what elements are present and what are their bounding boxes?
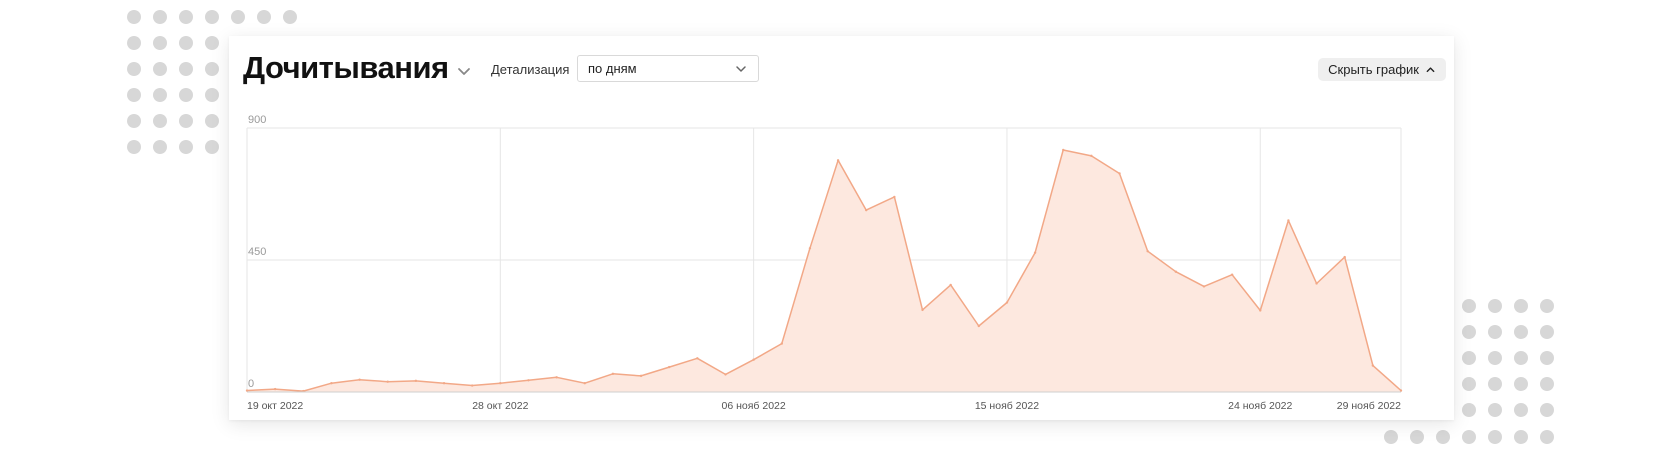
data-point [865, 208, 868, 212]
data-point [808, 247, 812, 250]
data-point [1230, 273, 1234, 276]
y-tick-label: 450 [248, 246, 266, 258]
data-point [442, 382, 446, 385]
y-tick-label: 900 [248, 114, 266, 126]
data-point [414, 379, 418, 383]
data-point [470, 384, 474, 387]
chart-area: 900 450 0 19 окт 2022 28 окт 2022 06 нояб 202… [245, 114, 1403, 412]
data-point [836, 159, 840, 162]
data-point [1146, 250, 1149, 253]
data-point [1259, 309, 1262, 312]
data-point [386, 380, 389, 383]
data-point [245, 389, 249, 392]
data-point [273, 387, 277, 391]
data-point [1174, 270, 1178, 273]
data-point [555, 376, 558, 379]
data-point [358, 378, 361, 381]
x-tick-label: 24 нояб 2022 [1228, 400, 1292, 412]
x-tick-label: 29 нояб 2022 [1337, 400, 1401, 412]
data-point [1399, 389, 1403, 392]
data-point [1033, 251, 1037, 254]
data-point [977, 324, 981, 328]
data-point [1371, 364, 1375, 367]
data-point [611, 372, 615, 376]
data-point [893, 195, 896, 199]
data-point [1315, 282, 1318, 285]
data-point [1202, 285, 1206, 288]
data-point [1343, 255, 1346, 259]
data-point [921, 308, 924, 312]
data-point [639, 374, 643, 378]
series-area [247, 150, 1401, 392]
x-tick-label: 28 окт 2022 [472, 400, 528, 412]
data-point [752, 358, 755, 361]
y-tick-label: 0 [248, 378, 254, 390]
data-point [949, 283, 952, 287]
decor-dots-bottom-right [1384, 430, 1554, 444]
decor-dots-top-left [127, 10, 297, 24]
data-point [780, 342, 783, 345]
data-point [724, 373, 727, 376]
x-tick-label: 15 нояб 2022 [975, 400, 1039, 412]
x-tick-label: 06 нояб 2022 [722, 400, 786, 412]
data-point [696, 357, 699, 360]
data-point [330, 382, 333, 385]
page: Дочитывания Детализация по дням Скрыть г… [0, 0, 1680, 455]
data-point [1287, 219, 1290, 222]
data-point [583, 382, 586, 385]
data-point [499, 382, 502, 385]
decor-dots-right [1462, 299, 1554, 417]
data-point [1005, 301, 1009, 304]
data-point [1062, 148, 1065, 152]
chart-card: Дочитывания Детализация по дням Скрыть г… [229, 36, 1454, 420]
decor-dots-left [127, 36, 219, 154]
data-point [1090, 154, 1093, 158]
data-point [667, 365, 671, 369]
data-point [1118, 172, 1121, 175]
x-tick-label: 19 окт 2022 [247, 400, 303, 412]
data-point [527, 379, 530, 382]
